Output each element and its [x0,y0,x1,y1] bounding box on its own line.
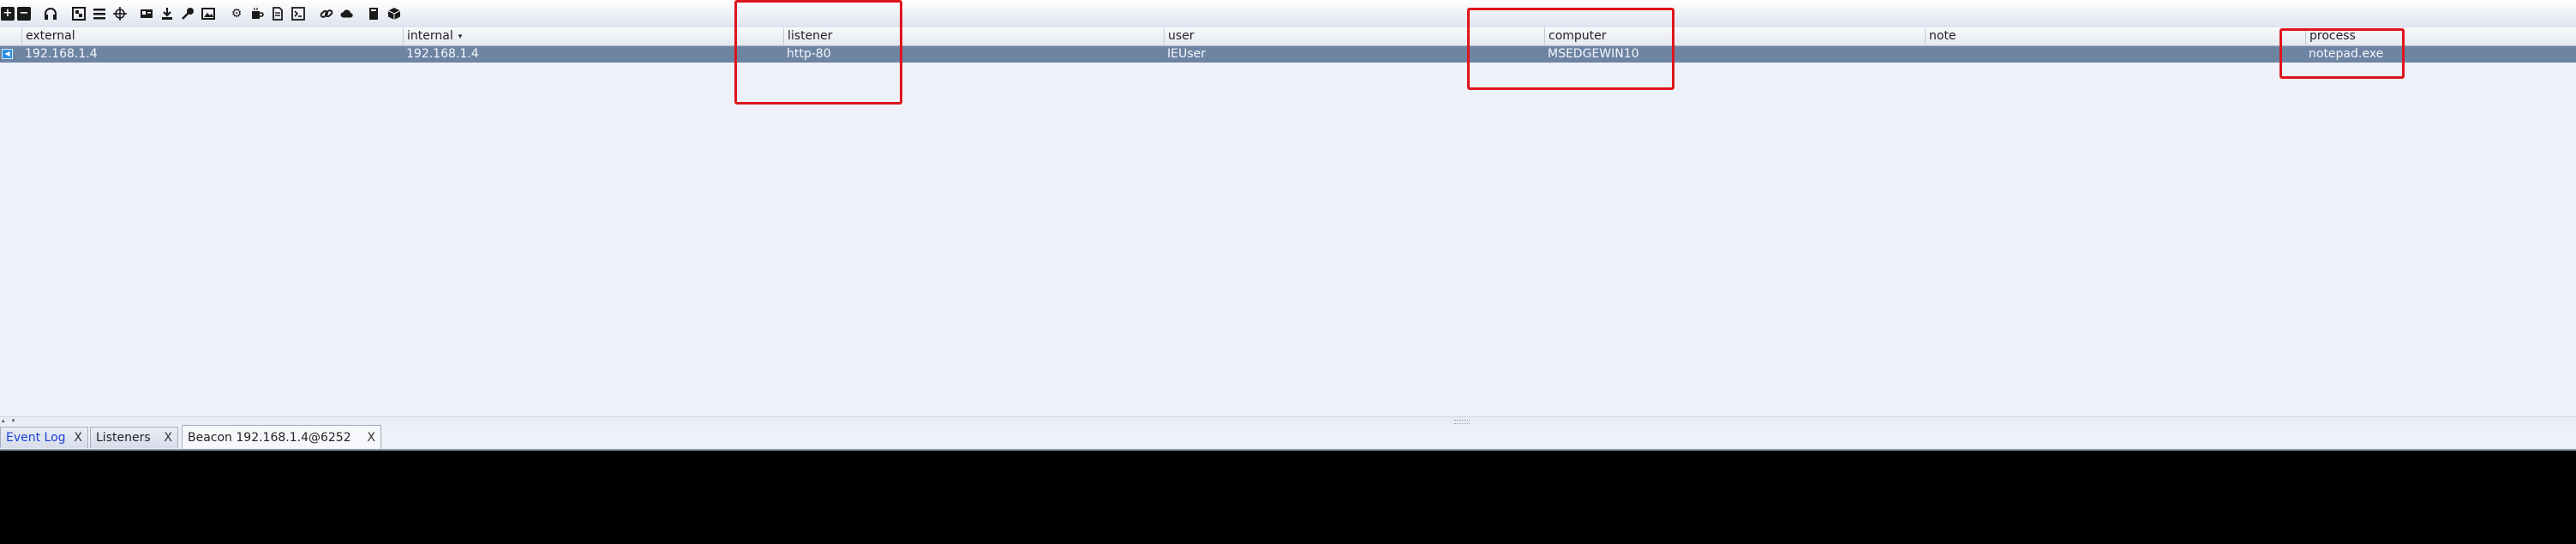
sort-descending-icon: ▾ [458,33,463,41]
table-header: external internal ▾ listener user compute… [0,27,2576,46]
tab-listeners-label: Listeners [96,431,151,445]
tab-event-log-label: Event Log [6,431,66,445]
tab-event-log[interactable]: Event Log X [0,427,88,448]
link-icon[interactable] [320,7,333,21]
add-icon[interactable]: + [1,7,15,21]
header-user-label: user [1168,29,1195,43]
cloud-icon[interactable] [340,7,354,21]
tab-listeners[interactable]: Listeners X [90,427,178,448]
highlight-computer [1467,8,1674,90]
credentials-icon[interactable] [140,7,153,21]
target-icon[interactable] [113,7,127,21]
header-external-label: external [26,29,75,43]
header-internal-label: internal [407,29,453,43]
tab-beacon[interactable]: Beacon 192.168.1.4@6252 X [182,425,381,449]
image-icon[interactable] [201,7,215,21]
coffee-icon[interactable] [250,7,264,21]
split-grip-icon[interactable] [1454,420,1470,424]
toolbar: + − ⚙ [0,0,2576,28]
header-note-label: note [1929,29,1956,43]
list-view-icon[interactable] [93,7,106,21]
close-icon[interactable]: X [367,426,375,450]
beacon-console[interactable] [0,451,2576,544]
headphones-icon[interactable] [44,7,57,21]
cell-internal: 192.168.1.4 [406,47,479,61]
header-internal[interactable]: internal ▾ [403,27,783,45]
close-icon[interactable]: X [164,427,172,449]
console-icon[interactable] [291,7,305,21]
tab-beacon-label: Beacon 192.168.1.4@6252 [188,431,351,445]
book-icon[interactable] [367,7,380,21]
remove-icon[interactable]: − [17,7,31,21]
document-icon[interactable] [271,7,285,21]
settings-icon[interactable]: ⚙ [230,7,243,21]
package-icon[interactable] [387,7,401,21]
header-icon-column[interactable] [0,27,21,45]
highlight-process [2279,28,2405,79]
header-note[interactable]: note [1925,27,2305,45]
split-arrows-icon[interactable]: ▴ ▾ [2,417,17,424]
header-external[interactable]: external [21,27,403,45]
highlight-listener [734,0,902,105]
close-icon[interactable]: X [74,427,82,449]
cell-external: 192.168.1.4 [25,47,98,61]
key-icon[interactable] [181,7,195,21]
table-row[interactable]: ◀ 192.168.1.4 192.168.1.4 http-80 IEUser… [0,46,2576,63]
beacon-icon: ◀ [2,49,13,59]
download-icon[interactable] [160,7,174,21]
tab-strip: Event Log X Listeners X Beacon 192.168.1… [0,425,2576,451]
pivot-graph-icon[interactable] [72,7,86,21]
cell-note [1925,46,2305,63]
